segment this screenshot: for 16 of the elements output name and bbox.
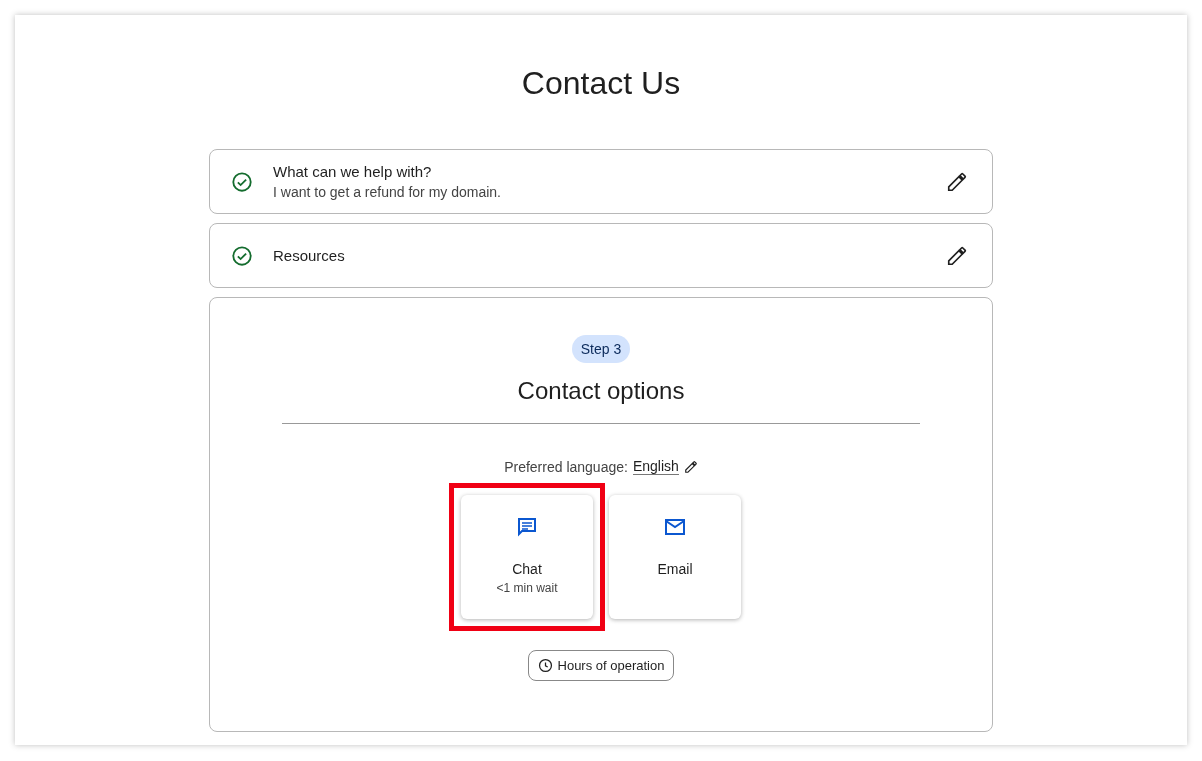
edit-icon[interactable] [946, 244, 968, 267]
contact-option[interactable]: Email [609, 495, 741, 619]
language-link[interactable]: English [632, 458, 679, 475]
clock-icon [537, 658, 553, 673]
contact-option[interactable]: Chat <1 min wait [461, 495, 593, 619]
hours-button[interactable]: Hours of operation [527, 650, 675, 681]
edit-icon[interactable] [683, 459, 698, 474]
step-title: What can we help with? [273, 163, 433, 180]
step-summary: I want to get a refund for my domain. [273, 184, 502, 200]
step-badge: Step 3 [571, 335, 631, 363]
language-label: Preferred language: [504, 458, 628, 475]
page-title: Contact Us [521, 65, 681, 102]
section-title: Contact options [517, 377, 685, 405]
chat-icon [515, 515, 539, 539]
step-title: Resources [273, 247, 346, 264]
edit-icon[interactable] [946, 170, 968, 193]
